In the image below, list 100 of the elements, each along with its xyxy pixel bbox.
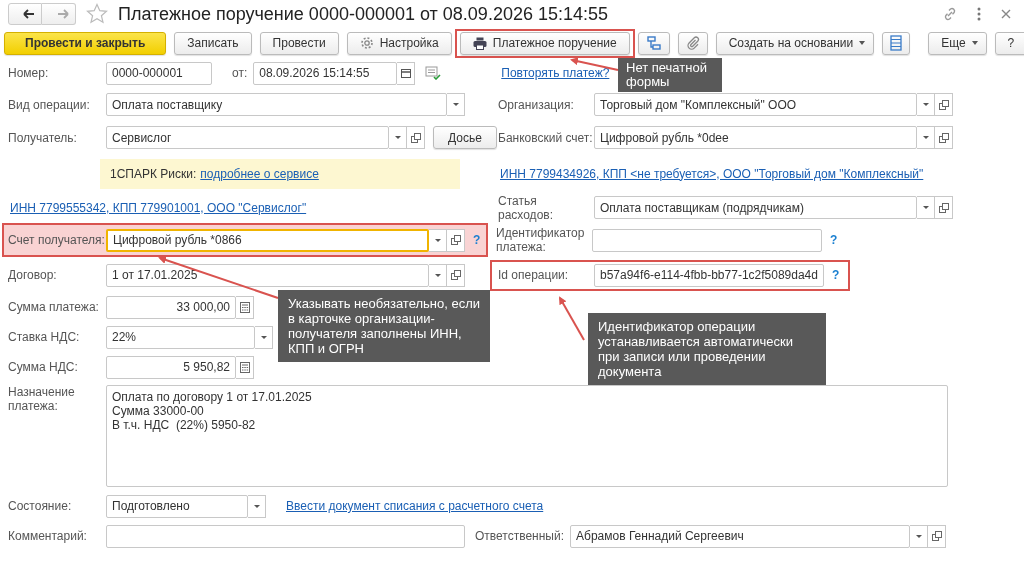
calculator-icon — [239, 361, 250, 373]
back-button[interactable] — [8, 3, 42, 25]
dropdown-button[interactable] — [429, 263, 447, 287]
open-button[interactable] — [935, 93, 953, 116]
calendar-button[interactable] — [397, 61, 416, 85]
open-button[interactable] — [935, 126, 953, 149]
toolbar-button[interactable]: Настройка — [346, 31, 452, 55]
callout-note: Идентификатор операции устанавливается автоматически при записи или проведении документа — [588, 313, 826, 385]
dropdown-button[interactable] — [917, 196, 935, 219]
repeat-payment-link[interactable]: Повторять платеж? — [501, 66, 610, 80]
callout-note: Нет печатной формы — [618, 58, 722, 92]
dropdown-button[interactable] — [429, 228, 447, 252]
input-field[interactable]: 0000-000001 — [106, 61, 212, 85]
open-button[interactable] — [935, 196, 953, 219]
open-window-icon — [938, 132, 949, 143]
select-field[interactable]: 1 от 17.01.2025 — [106, 263, 429, 287]
field-label: Ставка НДС: — [8, 330, 81, 344]
dropdown-button[interactable] — [917, 126, 935, 149]
dropdown-button[interactable] — [917, 93, 935, 116]
select-field[interactable]: Оплата поставщику — [106, 93, 447, 116]
field-label: Состояние: — [8, 499, 73, 513]
dropdown-button[interactable] — [255, 325, 273, 349]
text-area[interactable]: Оплата по договору 1 от 17.01.2025 Сумма 33000-00 В т.ч. НДС (22%) 5950-82 — [106, 385, 948, 487]
field-label: от: — [232, 66, 248, 80]
list-button[interactable] — [882, 31, 911, 55]
callout-note: Указывать необязательно, если в карточке организации-получателя заполнены ИНН, КПП и ОГРН — [278, 290, 490, 362]
toolbar-button[interactable]: Провести — [259, 31, 339, 55]
dropdown-button[interactable] — [910, 524, 929, 548]
open-window-icon — [931, 531, 942, 541]
field-label: Комментарий: — [8, 529, 88, 543]
list-icon — [890, 35, 903, 51]
field-label: Сумма НДС: — [8, 360, 79, 374]
input-field[interactable]: b57a94f6-e114-4fbb-bb77-1c2f5089da4d — [594, 263, 824, 287]
open-window-icon — [938, 202, 949, 213]
open-button[interactable] — [447, 263, 465, 287]
select-field[interactable]: 22% — [106, 325, 255, 349]
select-field[interactable]: Цифровой рубль *0866 — [106, 228, 429, 252]
more-icon[interactable] — [976, 6, 982, 22]
write-off-link[interactable]: Ввести документ списания с расчетного счета — [286, 499, 544, 513]
close-icon[interactable] — [1000, 8, 1012, 20]
caret-icon — [971, 41, 978, 45]
service-link[interactable]: подробнее о сервисе — [200, 166, 319, 181]
dropdown-button[interactable] — [447, 93, 465, 116]
counterparty-link[interactable]: ИНН 7799434926, КПП <не требуется>, ООО "Торговый дом "Комплексный" — [500, 166, 924, 181]
help-link[interactable]: ? — [832, 268, 840, 282]
select-field[interactable]: Абрамов Геннадий Сергеевич — [570, 524, 911, 548]
star-icon[interactable] — [86, 3, 108, 25]
input-field[interactable] — [592, 228, 822, 252]
window-title: Платежное поручение 0000-000001 от 08.09.2026 15:14:55 — [118, 3, 608, 25]
printer-icon — [472, 36, 487, 50]
menu-button[interactable]: Создать на основании — [715, 31, 875, 55]
select-field[interactable]: Сервислог — [106, 126, 389, 149]
structure-icon — [645, 35, 662, 51]
link-icon[interactable] — [942, 6, 958, 22]
field-label: Номер: — [8, 66, 50, 80]
arrow-right-icon — [56, 9, 69, 19]
open-window-icon — [410, 132, 421, 143]
calculator-icon — [239, 301, 250, 313]
dossier-button[interactable]: Досье — [433, 126, 497, 149]
input-field[interactable]: 5 950,82 — [106, 355, 236, 379]
calculator-button[interactable] — [236, 295, 254, 319]
input-field[interactable] — [106, 524, 465, 548]
structure-button[interactable] — [637, 31, 670, 55]
date-field[interactable]: 08.09.2026 15:14:55 — [253, 61, 398, 85]
open-window-icon — [450, 235, 461, 245]
toolbar-button[interactable]: Записать — [174, 31, 252, 55]
gear-icon — [359, 36, 374, 50]
open-button[interactable] — [407, 126, 425, 149]
toolbar-button[interactable]: ? — [994, 31, 1024, 55]
attach-button[interactable] — [677, 31, 708, 55]
field-label: Идентификатор платежа: — [496, 226, 586, 254]
select-field[interactable]: Оплата поставщикам (подрядчикам) — [594, 196, 917, 219]
paperclip-icon — [685, 36, 700, 50]
field-label: Счет получателя: — [8, 233, 106, 247]
toolbar-button[interactable]: Платежное поручение — [459, 31, 630, 55]
input-field[interactable]: 33 000,00 — [106, 295, 236, 319]
open-button[interactable] — [447, 228, 465, 252]
help-link[interactable]: ? — [830, 233, 838, 247]
menu-button[interactable]: Еще — [928, 31, 987, 55]
field-label: Сумма платежа: — [8, 300, 100, 314]
open-window-icon — [450, 270, 461, 280]
toolbar-button[interactable]: Провести и закрыть — [4, 31, 167, 55]
select-field[interactable]: Цифровой рубль *0dee — [594, 126, 917, 149]
dropdown-button[interactable] — [248, 494, 266, 518]
arrow — [559, 296, 585, 341]
field-label: Организация: — [498, 97, 575, 112]
document-check-icon[interactable] — [425, 66, 442, 80]
calendar-icon — [400, 68, 411, 78]
field-label: Id операции: — [498, 268, 570, 282]
select-field[interactable]: Торговый дом "Комплексный" ООО — [594, 93, 917, 116]
caret-icon — [859, 41, 866, 45]
field-label: Ответственный: — [475, 529, 565, 543]
notice-text: 1СПАРК Риски: — [110, 166, 197, 181]
open-button[interactable] — [928, 524, 947, 548]
calculator-button[interactable] — [236, 355, 254, 379]
field-label: Получатель: — [8, 130, 78, 145]
dropdown-button[interactable] — [389, 126, 407, 149]
counterparty-link[interactable]: ИНН 7799555342, КПП 779901001, ООО "Сервислог" — [10, 200, 307, 215]
open-window-icon — [938, 99, 949, 110]
select-field[interactable]: Подготовлено — [106, 494, 248, 518]
